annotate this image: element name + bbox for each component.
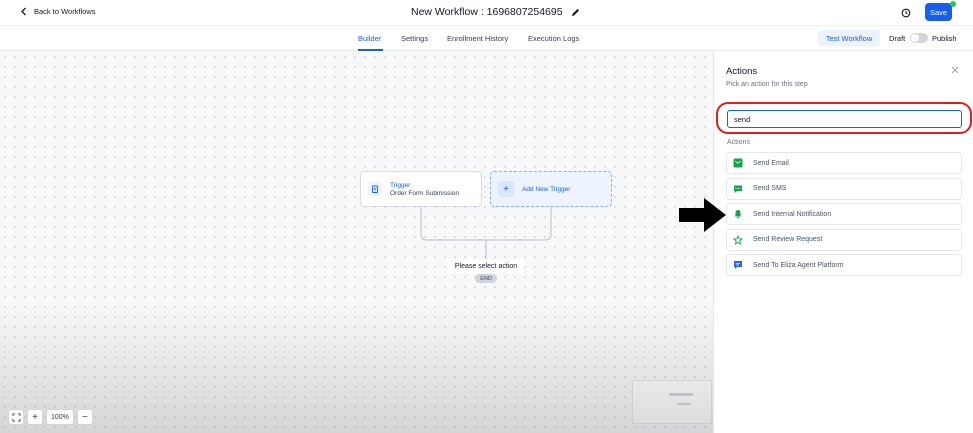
status-dot	[950, 1, 956, 7]
actions-panel: Actions Pick an action for this step Act…	[713, 52, 973, 433]
tab-enrollment-history[interactable]: Enrollment History	[447, 34, 508, 43]
action-list: Send Email Send SMS Send Internal Notifi…	[726, 152, 962, 280]
test-workflow-button[interactable]: Test Workflow	[818, 30, 880, 46]
workflow-title-text: New Workflow : 1696807254695	[411, 6, 563, 18]
zoom-out-button[interactable]: −	[76, 409, 93, 425]
chat-icon	[732, 259, 744, 271]
zoom-controls: + 100% −	[8, 409, 93, 425]
workflow-title: New Workflow : 1696807254695	[411, 6, 580, 18]
tab-settings[interactable]: Settings	[401, 34, 428, 43]
chevron-left-icon	[21, 7, 26, 16]
panel-subtitle: Pick an action for this step	[726, 81, 808, 88]
back-to-workflows-link[interactable]: Back to Workflows	[20, 7, 96, 16]
actions-section-label: Actions	[727, 139, 750, 146]
tab-bar: Builder Settings Enrollment History Exec…	[0, 26, 973, 51]
plus-icon: +	[32, 411, 38, 423]
trigger-node-text: Trigger Order Form Submission	[390, 182, 459, 197]
active-tab-underline	[358, 49, 383, 51]
pointer-arrow-icon	[679, 198, 726, 232]
fit-view-button[interactable]	[8, 409, 24, 425]
back-label: Back to Workflows	[34, 7, 96, 16]
action-label: Send Internal Notification	[753, 210, 832, 218]
minimap-node	[669, 393, 693, 396]
publish-label: Publish	[932, 34, 957, 43]
action-item-send-internal-notification[interactable]: Send Internal Notification	[726, 203, 962, 225]
minimap-node	[677, 403, 691, 405]
history-icon[interactable]	[901, 8, 911, 18]
tab-execution-logs[interactable]: Execution Logs	[528, 34, 579, 43]
zoom-level: 100%	[46, 409, 74, 425]
end-marker: END	[475, 274, 497, 283]
action-item-send-to-eliza-agent-platform[interactable]: Send To Eliza Agent Platform	[726, 254, 962, 276]
publish-toggle[interactable]	[910, 33, 928, 43]
bell-icon	[732, 208, 744, 220]
top-header: Back to Workflows New Workflow : 1696807…	[0, 0, 973, 26]
sms-icon	[732, 183, 744, 195]
workflow-canvas[interactable]	[0, 52, 713, 433]
action-item-send-email[interactable]: Send Email	[726, 152, 962, 174]
action-item-send-review-request[interactable]: Send Review Request	[726, 228, 962, 251]
action-search-input[interactable]	[727, 110, 962, 128]
action-label: Send Email	[753, 159, 789, 167]
select-action-placeholder[interactable]: Please select action	[448, 259, 524, 273]
close-icon[interactable]	[950, 65, 960, 75]
minimap[interactable]	[632, 380, 712, 424]
action-item-send-sms[interactable]: Send SMS	[726, 177, 962, 200]
add-new-trigger-node[interactable]: + Add New Trigger	[490, 171, 612, 207]
save-button[interactable]: Save	[925, 3, 952, 21]
plus-icon: +	[498, 181, 514, 197]
tab-builder[interactable]: Builder	[358, 34, 381, 43]
zoom-in-button[interactable]: +	[27, 409, 43, 425]
action-label: Send SMS	[753, 185, 787, 192]
email-icon	[732, 157, 744, 169]
clipboard-icon	[368, 182, 382, 196]
trigger-node[interactable]: Trigger Order Form Submission	[360, 171, 482, 207]
pencil-icon[interactable]	[571, 8, 580, 17]
star-icon	[732, 234, 744, 246]
action-label: Send Review Request	[753, 236, 823, 243]
trigger-node-subtitle: Order Form Submission	[390, 189, 459, 197]
action-label: Send To Eliza Agent Platform	[753, 261, 844, 269]
draft-label: Draft	[889, 34, 906, 43]
panel-title: Actions	[726, 66, 758, 77]
trigger-node-title: Trigger	[390, 181, 411, 189]
expand-icon	[11, 412, 21, 422]
add-trigger-label: Add New Trigger	[522, 185, 571, 193]
minus-icon: −	[81, 411, 88, 423]
